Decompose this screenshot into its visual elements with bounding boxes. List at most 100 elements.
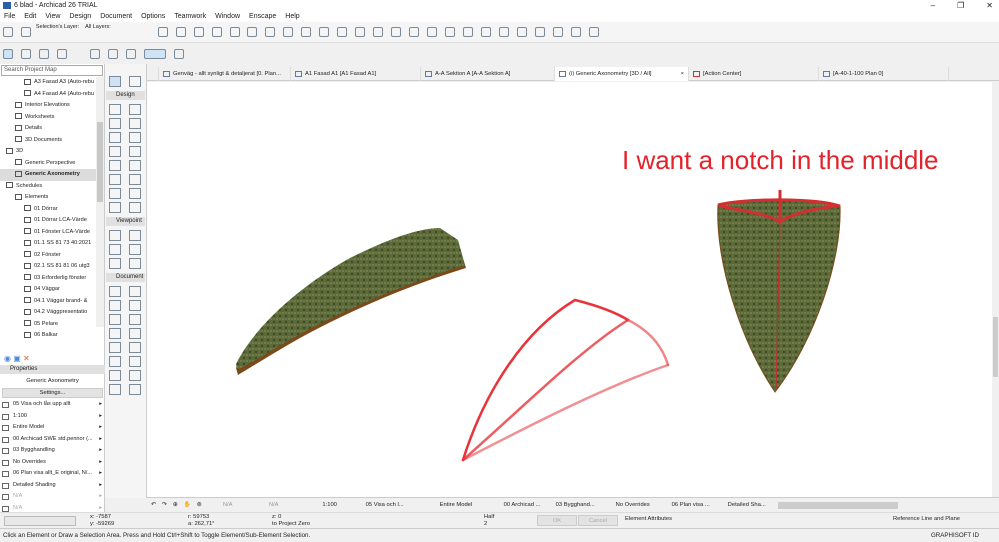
project-map-item[interactable]: 02 Fönster	[0, 250, 96, 262]
renovation-filter-combo[interactable]: 06 Plan visa ...	[672, 502, 722, 508]
pointer-icon[interactable]	[173, 49, 184, 59]
close-tab-icon[interactable]: ×	[681, 67, 684, 81]
red-outline-shape[interactable]	[461, 298, 670, 462]
model-view-combo[interactable]: Entire Model	[440, 502, 498, 508]
tool-icon[interactable]	[109, 230, 121, 241]
maximize-button[interactable]: ❐	[957, 0, 964, 11]
pen-icon[interactable]	[265, 27, 276, 37]
3d-viewport[interactable]: I want a notch in the middle	[147, 82, 992, 497]
marquee-icon[interactable]	[283, 27, 294, 37]
tool-icon[interactable]	[129, 202, 141, 213]
tool-icon[interactable]	[129, 314, 141, 325]
window-icon[interactable]: ▣	[13, 354, 21, 363]
tool-icon[interactable]	[109, 146, 121, 157]
menu-view[interactable]: View	[45, 11, 60, 22]
tool-icon[interactable]	[109, 132, 121, 143]
tool-icon[interactable]	[109, 342, 121, 353]
model-view-option-combo[interactable]: 03 Bygghand...	[556, 502, 610, 508]
arrow-tool-icon[interactable]	[109, 76, 121, 87]
adjust-icon[interactable]	[391, 27, 402, 37]
project-map-item[interactable]: Worksheets	[0, 112, 96, 124]
tab-plan-0[interactable]: [A-40-1-100 Plan 0]	[819, 67, 949, 81]
minimize-button[interactable]: –	[931, 0, 935, 11]
z-coordinate[interactable]: z: 0	[272, 514, 281, 520]
redo-icon[interactable]	[175, 27, 186, 37]
undo-icon[interactable]	[157, 27, 168, 37]
layer-combo[interactable]: N/A	[208, 502, 248, 508]
tab-menu-button[interactable]	[949, 67, 999, 81]
property-row[interactable]: No Overrides ▸	[0, 457, 105, 469]
tab-generic-axonometry[interactable]: (i) Generic Axonometry [3D / All] ×	[555, 67, 689, 81]
project-map-item[interactable]: 01 Dörrar	[0, 204, 96, 216]
y-coordinate[interactable]: y: -59269	[90, 521, 114, 527]
curved-slab[interactable]	[236, 228, 466, 375]
tool-icon[interactable]	[109, 370, 121, 381]
distribute-icon[interactable]	[462, 27, 473, 37]
reference-level[interactable]: to Project Zero	[272, 521, 310, 527]
menu-enscape[interactable]: Enscape	[249, 11, 276, 22]
tab-section-a[interactable]: A-A Sektion A [A-A Sektion A]	[421, 67, 555, 81]
layout-book-icon[interactable]	[38, 49, 49, 59]
tool-icon[interactable]	[129, 258, 141, 269]
toolbox-section-document[interactable]: Document	[106, 273, 145, 282]
tool-icon[interactable]	[109, 300, 121, 311]
project-map-item[interactable]: 04.2 Väggpresentatio	[0, 307, 96, 319]
notched-cone[interactable]	[717, 190, 841, 393]
hash-icon[interactable]	[337, 27, 348, 37]
grid-icon[interactable]	[301, 27, 312, 37]
project-map-icon[interactable]	[3, 49, 13, 59]
redo-view-icon[interactable]: ↷	[162, 502, 167, 508]
publisher-icon[interactable]	[56, 49, 67, 59]
project-map-item[interactable]: 04.1 Väggar brand- &	[0, 296, 96, 308]
tool-icon[interactable]	[109, 118, 121, 129]
ok-button[interactable]: OK	[537, 515, 577, 526]
settings-button[interactable]: Settings...	[2, 388, 103, 398]
pan-icon[interactable]: ✋	[184, 502, 191, 508]
tool-icon[interactable]	[129, 384, 141, 395]
menu-options[interactable]: Options	[141, 11, 165, 22]
tool-icon[interactable]	[129, 174, 141, 185]
property-row[interactable]: 00 Archicad SWE std.pennor (... ▸	[0, 434, 105, 446]
tool-icon[interactable]	[109, 244, 121, 255]
project-map-item[interactable]: Elements	[0, 192, 96, 204]
r-coordinate[interactable]: r: 59753	[188, 514, 209, 520]
view-3d-icon[interactable]	[552, 27, 563, 37]
menu-teamwork[interactable]: Teamwork	[174, 11, 206, 22]
properties-header[interactable]: Properties	[0, 365, 105, 374]
project-map-item[interactable]: 3D Documents	[0, 135, 96, 147]
tool-icon[interactable]	[129, 370, 141, 381]
tool-icon[interactable]	[109, 356, 121, 367]
project-map-item[interactable]: 3D	[0, 146, 96, 158]
zoom-fit-icon[interactable]: ⊚	[197, 502, 202, 508]
graphic-override-combo[interactable]: No Overrides	[616, 502, 666, 508]
tool-icon[interactable]	[129, 286, 141, 297]
inject-icon[interactable]	[247, 27, 258, 37]
info-icon[interactable]: ◉	[4, 354, 11, 363]
tool-icon[interactable]	[129, 132, 141, 143]
close-panel-icon[interactable]: ✕	[23, 354, 30, 363]
split-icon[interactable]	[373, 27, 384, 37]
tool-icon[interactable]	[109, 174, 121, 185]
align-icon[interactable]	[444, 27, 455, 37]
toolbox-section-design[interactable]: Design	[106, 91, 145, 100]
project-map-item[interactable]: 01 Fönster LCA-Värde	[0, 227, 96, 239]
pen-set-combo[interactable]: 00 Archicad ...	[504, 502, 550, 508]
mirror-icon[interactable]	[480, 27, 491, 37]
globe-icon[interactable]	[516, 27, 527, 37]
layer-settings-icon[interactable]	[20, 27, 31, 37]
rotate-icon[interactable]	[498, 27, 509, 37]
tab-facade-a1[interactable]: A1 Fasad A1 [A1 Fasad A1]	[291, 67, 421, 81]
tool-icon[interactable]	[129, 188, 141, 199]
menu-window[interactable]: Window	[215, 11, 240, 22]
project-map-item[interactable]: 06 Balkar	[0, 330, 96, 342]
x-coordinate[interactable]: x: -7587	[90, 514, 111, 520]
project-map-item[interactable]: Generic Perspective	[0, 158, 96, 170]
walk-icon[interactable]	[588, 27, 599, 37]
tool-icon[interactable]	[129, 356, 141, 367]
scale-combo[interactable]: 1:100	[300, 502, 360, 508]
snap-mode[interactable]: Half	[484, 514, 494, 520]
element-attributes-dropdown[interactable]: Element Attributes	[625, 516, 672, 522]
project-map-item[interactable]: Interior Elevations	[0, 100, 96, 112]
property-row[interactable]: 03 Bygghandling ▸	[0, 445, 105, 457]
graphisoft-id-link[interactable]: GRAPHISOFT ID	[931, 529, 979, 542]
